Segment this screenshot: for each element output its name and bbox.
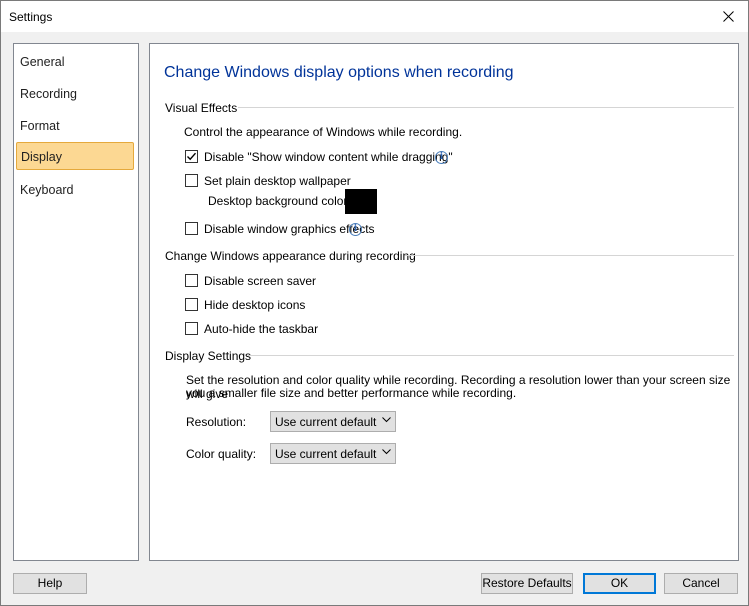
bg-color-swatch[interactable] xyxy=(345,189,377,214)
visual-effects-divider xyxy=(238,107,734,108)
info-icon[interactable]: i xyxy=(435,151,448,164)
hide-icons-checkbox[interactable] xyxy=(185,298,198,311)
sidebar-nav: General Recording Format Display Keyboar… xyxy=(13,43,139,561)
resolution-select[interactable]: Use current default xyxy=(270,411,396,432)
disable-graphics-checkbox[interactable] xyxy=(185,222,198,235)
checkmark-icon xyxy=(187,152,197,161)
disable-drag-content-label[interactable]: Disable "Show window content while dragg… xyxy=(204,150,453,164)
autohide-taskbar-checkbox[interactable] xyxy=(185,322,198,335)
visual-effects-description: Control the appearance of Windows while … xyxy=(184,125,463,139)
color-quality-label: Color quality: xyxy=(186,447,257,461)
display-settings-panel: Change Windows display options when reco… xyxy=(149,43,739,561)
resolution-value: Use current default xyxy=(275,415,377,429)
chevron-down-icon xyxy=(382,449,391,455)
sidebar-item-format[interactable]: Format xyxy=(16,112,134,140)
window-title: Settings xyxy=(9,10,53,24)
sidebar-item-recording[interactable]: Recording xyxy=(16,80,134,108)
visual-effects-heading: Visual Effects xyxy=(165,101,238,115)
sidebar-item-general[interactable]: General xyxy=(16,48,134,76)
autohide-taskbar-label[interactable]: Auto-hide the taskbar xyxy=(204,322,318,336)
chevron-down-icon xyxy=(382,417,391,423)
title-bar: Settings xyxy=(1,1,748,32)
cancel-button[interactable]: Cancel xyxy=(664,573,738,594)
sidebar-item-display[interactable]: Display xyxy=(16,142,134,170)
resolution-label: Resolution: xyxy=(186,415,247,429)
restore-defaults-button[interactable]: Restore Defaults xyxy=(481,573,573,594)
close-icon xyxy=(722,11,734,22)
color-quality-select[interactable]: Use current default xyxy=(270,443,396,464)
plain-wallpaper-checkbox[interactable] xyxy=(185,174,198,187)
screen-saver-checkbox[interactable] xyxy=(185,274,198,287)
ok-button[interactable]: OK xyxy=(583,573,656,594)
settings-window: Settings General Recording Format Displa… xyxy=(0,0,749,606)
display-settings-divider xyxy=(248,355,734,356)
help-button[interactable]: Help xyxy=(13,573,87,594)
appearance-divider xyxy=(405,255,734,256)
info-icon[interactable]: i xyxy=(349,223,362,236)
disable-drag-content-checkbox[interactable] xyxy=(185,150,198,163)
bg-color-label: Desktop background color: xyxy=(208,194,351,208)
color-quality-value: Use current default xyxy=(275,447,377,461)
plain-wallpaper-label[interactable]: Set plain desktop wallpaper xyxy=(204,174,351,188)
screen-saver-label[interactable]: Disable screen saver xyxy=(204,274,316,288)
display-settings-heading: Display Settings xyxy=(165,349,252,363)
hide-icons-label[interactable]: Hide desktop icons xyxy=(204,298,305,312)
display-settings-description-2: you a smaller file size and better perfo… xyxy=(186,386,517,400)
appearance-heading: Change Windows appearance during recordi… xyxy=(165,249,416,263)
page-title: Change Windows display options when reco… xyxy=(164,64,514,81)
close-button[interactable] xyxy=(708,1,748,32)
sidebar-item-keyboard[interactable]: Keyboard xyxy=(16,176,134,204)
